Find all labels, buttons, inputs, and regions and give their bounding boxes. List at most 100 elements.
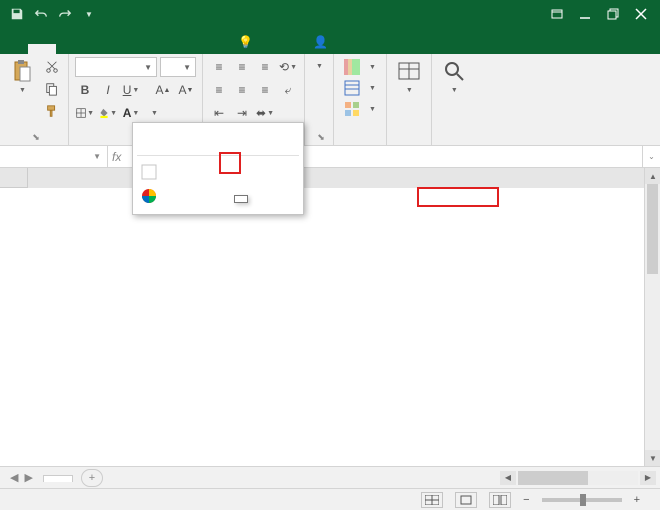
no-fill-icon xyxy=(141,164,157,180)
chevron-down-icon: ▼ xyxy=(93,152,101,161)
clipboard-launcher[interactable]: ⬊ xyxy=(32,132,40,143)
normal-view-button[interactable] xyxy=(421,492,443,508)
tab-share[interactable]: 👤 xyxy=(299,30,346,54)
zoom-slider[interactable] xyxy=(542,498,622,502)
chevron-down-icon: ▼ xyxy=(406,87,413,94)
undo-icon[interactable] xyxy=(30,3,52,25)
increase-indent-button[interactable]: ⇥ xyxy=(232,103,252,123)
horizontal-scrollbar[interactable]: ◀ ▶ xyxy=(103,471,660,485)
merge-button[interactable]: ⬌▼ xyxy=(255,103,275,123)
editing-button[interactable]: ▼ xyxy=(438,57,470,96)
increase-font-button[interactable]: A▲ xyxy=(153,80,173,100)
zoom-out-button[interactable]: − xyxy=(523,494,529,506)
format-painter-button[interactable] xyxy=(42,101,62,121)
worksheet: ▲ ▼ xyxy=(0,168,660,466)
align-middle-button[interactable]: ≡ xyxy=(232,57,252,77)
tab-nav-prev[interactable]: ◀ xyxy=(10,471,18,484)
page-break-view-button[interactable] xyxy=(489,492,511,508)
align-bottom-button[interactable]: ≡ xyxy=(255,57,275,77)
redo-icon[interactable] xyxy=(54,3,76,25)
border-icon xyxy=(76,106,86,120)
align-top-button[interactable]: ≡ xyxy=(209,57,229,77)
scroll-right-icon[interactable]: ▶ xyxy=(640,471,656,485)
brush-icon xyxy=(45,104,59,118)
chevron-down-icon: ▼ xyxy=(144,63,152,72)
tab-signin[interactable] xyxy=(271,44,299,54)
tab-file[interactable] xyxy=(0,44,28,54)
tab-review[interactable] xyxy=(168,44,196,54)
save-icon[interactable] xyxy=(6,3,28,25)
scrollbar-thumb[interactable] xyxy=(647,184,658,274)
page-icon xyxy=(459,495,473,505)
table-format-button[interactable]: ▼ xyxy=(340,78,380,98)
break-icon xyxy=(493,495,507,505)
standard-color-row xyxy=(133,147,303,151)
tab-home[interactable] xyxy=(28,44,56,54)
close-icon[interactable] xyxy=(628,3,654,25)
fx-icon[interactable]: fx xyxy=(112,150,121,164)
align-right-button[interactable]: ≡ xyxy=(255,80,275,100)
font-size-select[interactable]: ▼ xyxy=(160,57,196,77)
paste-button[interactable]: ▼ xyxy=(6,57,38,96)
page-layout-view-button[interactable] xyxy=(455,492,477,508)
number-format-button[interactable]: ▼ xyxy=(311,57,327,72)
ribbon-options-icon[interactable] xyxy=(544,3,570,25)
tab-formulas[interactable] xyxy=(112,44,140,54)
scroll-down-icon[interactable]: ▼ xyxy=(645,450,660,466)
group-cells: ▼ . xyxy=(387,54,432,145)
qat-customize-icon[interactable]: ▼ xyxy=(78,3,100,25)
select-all-button[interactable] xyxy=(0,168,28,188)
chevron-down-icon: ▼ xyxy=(19,87,26,94)
scrollbar-thumb[interactable] xyxy=(518,471,588,485)
find-icon xyxy=(442,59,466,83)
scroll-up-icon[interactable]: ▲ xyxy=(645,168,660,184)
align-center-button[interactable]: ≡ xyxy=(232,80,252,100)
tab-nav-next[interactable]: ▶ xyxy=(24,471,32,484)
minimize-icon[interactable] xyxy=(572,3,598,25)
scroll-left-icon[interactable]: ◀ xyxy=(500,471,516,485)
expand-formula-bar[interactable]: ⌄ xyxy=(642,146,660,167)
fill-color-button[interactable]: ▼ xyxy=(98,103,118,123)
align-left-button[interactable]: ≡ xyxy=(209,80,229,100)
vertical-scrollbar[interactable]: ▲ ▼ xyxy=(644,168,660,466)
tab-view[interactable] xyxy=(196,44,224,54)
bold-button[interactable]: B xyxy=(75,80,95,100)
new-sheet-button[interactable]: + xyxy=(81,469,103,487)
status-bar: − + xyxy=(0,488,660,510)
tab-layout[interactable] xyxy=(84,44,112,54)
decrease-indent-button[interactable]: ⇤ xyxy=(209,103,229,123)
fill-color-popup xyxy=(132,122,304,215)
selection-highlight xyxy=(417,187,499,207)
more-colors-item[interactable] xyxy=(133,184,303,208)
decrease-font-button[interactable]: A▼ xyxy=(176,80,196,100)
number-launcher[interactable]: ⬊ xyxy=(317,132,325,143)
tab-insert[interactable] xyxy=(56,44,84,54)
wrap-text-button[interactable]: ⤶ xyxy=(278,80,298,100)
scissors-icon xyxy=(45,60,59,74)
tab-tell-me[interactable]: 💡 xyxy=(224,30,271,54)
group-styles: ▼ ▼ ▼ xyxy=(334,54,387,145)
underline-button[interactable]: U▼ xyxy=(121,80,141,100)
copy-button[interactable] xyxy=(42,79,62,99)
tab-data[interactable] xyxy=(140,44,168,54)
zoom-in-button[interactable]: + xyxy=(634,494,640,506)
name-box[interactable]: ▼ xyxy=(0,146,108,167)
orientation-button[interactable]: ⟲▼ xyxy=(278,57,298,77)
conditional-format-button[interactable]: ▼ xyxy=(340,57,380,77)
italic-button[interactable]: I xyxy=(98,80,118,100)
cell-styles-button[interactable]: ▼ xyxy=(340,99,380,119)
font-name-select[interactable]: ▼ xyxy=(75,57,157,77)
formula-bar-row: ▼ fx ⌄ xyxy=(0,146,660,168)
sheet-tab[interactable] xyxy=(43,475,73,482)
cells-button[interactable]: ▼ xyxy=(393,57,425,96)
restore-icon[interactable] xyxy=(600,3,626,25)
border-button[interactable]: ▼ xyxy=(75,103,95,123)
color-tooltip xyxy=(234,195,248,203)
font-color-button[interactable]: A▼ xyxy=(121,103,141,123)
ribbon: ▼ ⬊ ▼ ▼ B I U▼ A▲ xyxy=(0,54,660,146)
group-number: ▼ ⬊ xyxy=(305,54,334,145)
phonetic-button[interactable]: ▼ xyxy=(144,103,164,123)
cut-button[interactable] xyxy=(42,57,62,77)
no-fill-item[interactable] xyxy=(133,160,303,184)
paste-icon xyxy=(10,59,34,83)
